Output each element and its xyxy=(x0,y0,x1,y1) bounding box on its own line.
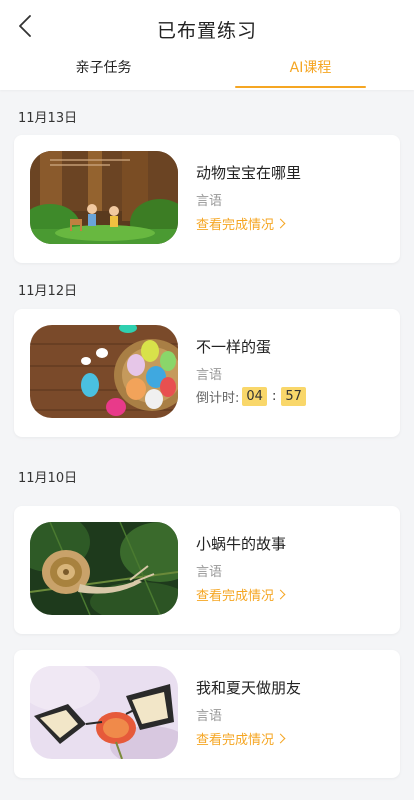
top-bar: 已布置练习 亲子任务 AI课程 xyxy=(0,0,414,90)
date-header: 11月12日 xyxy=(18,284,78,299)
chevron-right-icon xyxy=(275,733,286,744)
chevron-right-icon xyxy=(275,218,286,229)
course-thumbnail-snail xyxy=(30,522,178,615)
link-label: 查看完成情况 xyxy=(196,733,275,748)
course-card[interactable]: 不一样的蛋 言语 倒计时: 04 : 57 xyxy=(14,309,400,437)
course-subject: 言语 xyxy=(196,368,223,383)
tab-label: AI课程 xyxy=(289,60,332,76)
countdown-separator: : xyxy=(271,389,277,404)
course-title: 小蜗牛的故事 xyxy=(196,535,287,553)
countdown-timer: 倒计时: 04 : 57 xyxy=(196,387,309,406)
tab-label: 亲子任务 xyxy=(75,60,132,76)
tab-parent-child-tasks[interactable]: 亲子任务 xyxy=(0,52,207,88)
date-header: 11月13日 xyxy=(18,111,78,126)
tab-ai-course[interactable]: AI课程 xyxy=(207,52,414,88)
course-thumbnail-forest xyxy=(30,151,178,244)
link-label: 查看完成情况 xyxy=(196,218,275,233)
course-title: 我和夏天做朋友 xyxy=(196,679,302,697)
course-card[interactable]: 我和夏天做朋友 言语 查看完成情况 xyxy=(14,650,400,778)
course-card[interactable]: 小蜗牛的故事 言语 查看完成情况 xyxy=(14,506,400,634)
view-completion-link[interactable]: 查看完成情况 xyxy=(196,585,286,604)
course-title: 动物宝宝在哪里 xyxy=(196,164,302,182)
date-header: 11月10日 xyxy=(18,471,78,486)
course-thumbnail-butterflies xyxy=(30,666,178,759)
view-completion-link[interactable]: 查看完成情况 xyxy=(196,729,286,748)
page-title: 已布置练习 xyxy=(156,20,257,42)
course-card[interactable]: 动物宝宝在哪里 言语 查看完成情况 xyxy=(14,135,400,263)
course-thumbnail-eggs xyxy=(30,325,178,418)
tab-bar: 亲子任务 AI课程 xyxy=(0,52,414,88)
active-tab-indicator xyxy=(235,86,366,88)
view-completion-link[interactable]: 查看完成情况 xyxy=(196,214,286,233)
chevron-right-icon xyxy=(275,589,286,600)
countdown-minutes: 04 xyxy=(242,387,267,406)
course-subject: 言语 xyxy=(196,194,223,209)
countdown-seconds: 57 xyxy=(281,387,306,406)
course-subject: 言语 xyxy=(196,565,223,580)
course-title: 不一样的蛋 xyxy=(196,338,272,356)
course-subject: 言语 xyxy=(196,709,223,724)
link-label: 查看完成情况 xyxy=(196,589,275,604)
countdown-label: 倒计时: xyxy=(196,391,240,406)
